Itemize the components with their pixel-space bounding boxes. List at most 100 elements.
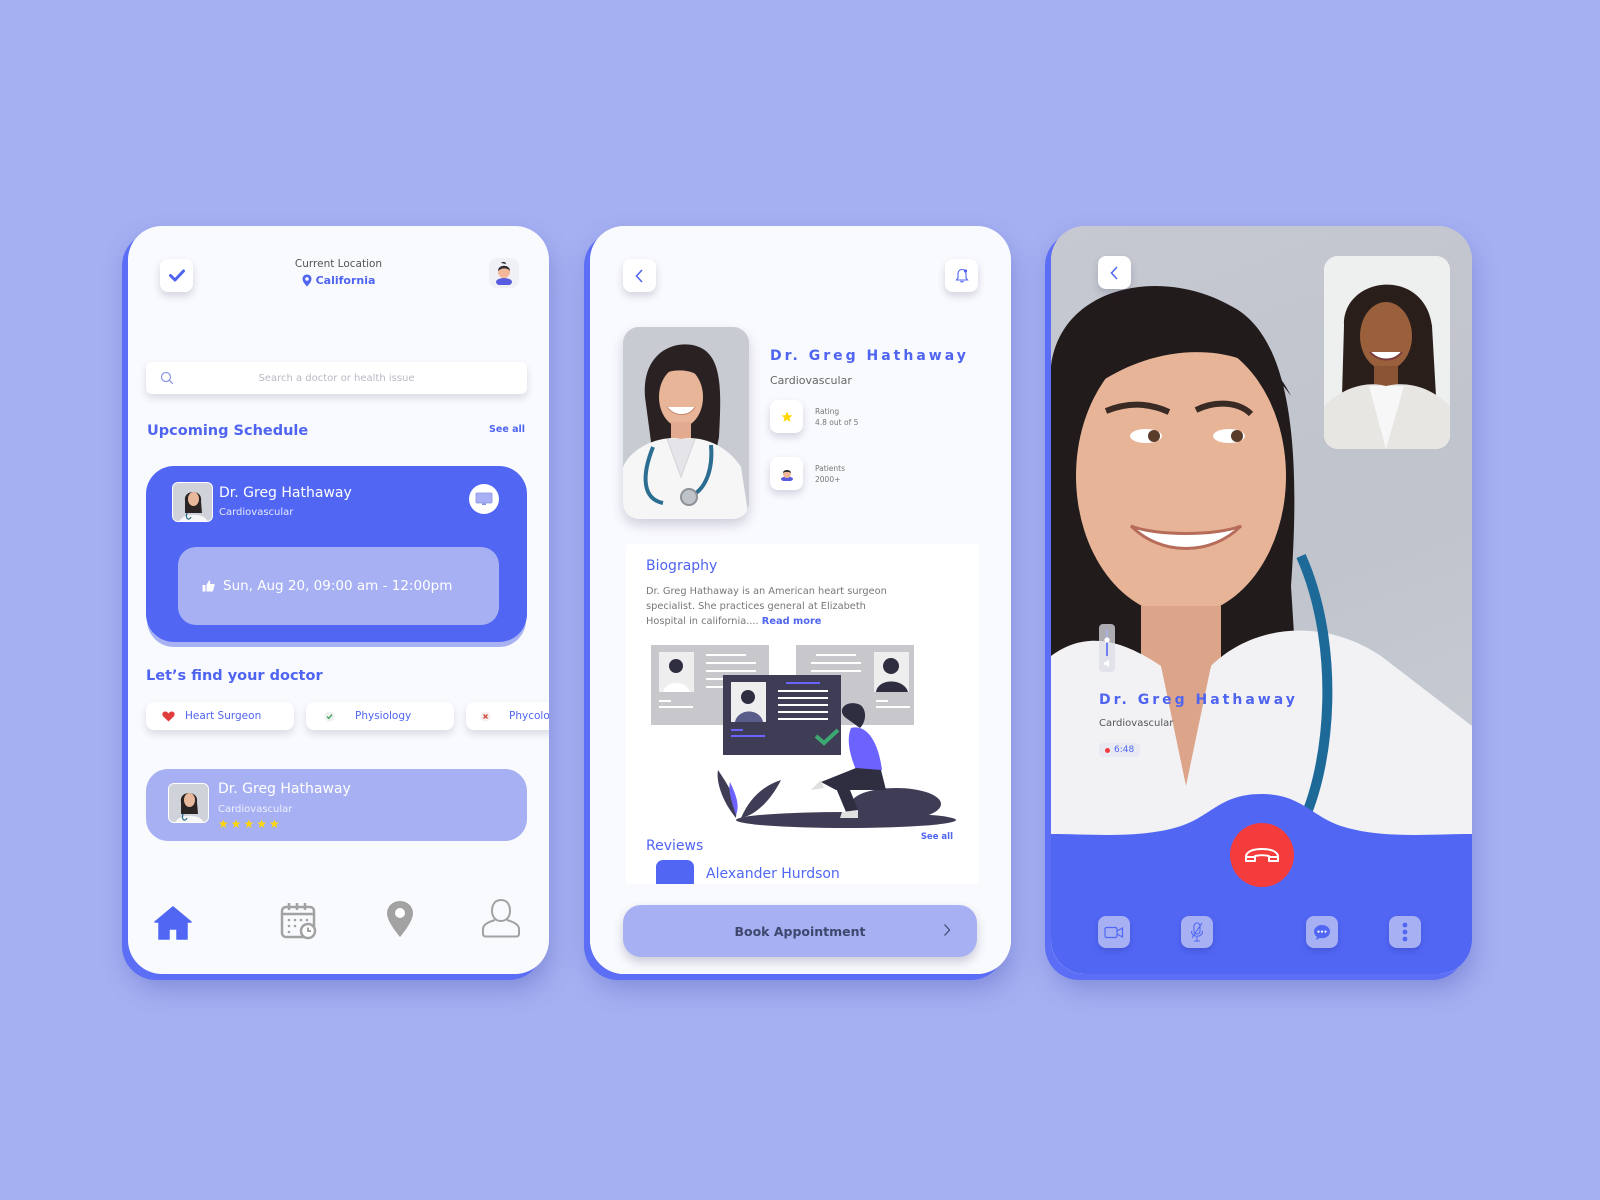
- more-vertical-icon: [1402, 922, 1408, 942]
- map-pin-icon: [302, 274, 312, 287]
- phone-hangup-icon: [1245, 848, 1279, 862]
- call-timer: 6:48: [1099, 743, 1141, 757]
- doctor-card-specialty: Cardiovascular: [218, 804, 293, 815]
- doctor-name: Dr. Greg Hathaway: [770, 348, 969, 364]
- doctor-card-name: Dr. Greg Hathaway: [218, 781, 351, 797]
- location-label: Current Location: [294, 258, 383, 270]
- speaker-icon: [1104, 659, 1109, 668]
- user-avatar[interactable]: [489, 258, 519, 288]
- chevron-left-icon: [1110, 265, 1118, 280]
- search-bar[interactable]: [146, 362, 527, 394]
- doctor-photo: [623, 327, 749, 519]
- user-icon: [482, 898, 520, 938]
- appointment-specialty: Cardiovascular: [219, 507, 294, 518]
- volume-slider-graphic: [1104, 630, 1110, 668]
- doctor-profile-screen: Dr. Greg Hathaway Cardiovascular Rating …: [590, 226, 1011, 974]
- category-chip-phycology[interactable]: Phycology: [466, 702, 549, 730]
- self-view-pip[interactable]: [1324, 256, 1450, 449]
- end-call-button[interactable]: [1230, 823, 1294, 887]
- monitor-icon: [475, 492, 493, 505]
- category-chip-physiology[interactable]: Physiology: [306, 702, 454, 730]
- patients-value: 2000+: [815, 474, 841, 484]
- chevron-left-icon: [635, 268, 643, 283]
- bell-icon: [954, 268, 969, 283]
- category-label: Phycology: [509, 710, 549, 722]
- patient-icon: [780, 469, 793, 481]
- rating-icon-box: [770, 400, 803, 433]
- map-pin-icon: [387, 901, 413, 937]
- appointment-doctor-name: Dr. Greg Hathaway: [219, 485, 352, 501]
- biography-card: Biography Dr. Greg Hathaway is an Americ…: [626, 544, 979, 884]
- x-badge-icon: [480, 711, 491, 721]
- read-more-link[interactable]: Read more: [762, 616, 822, 627]
- appointment-time: Sun, Aug 20, 09:00 am - 12:00pm: [223, 578, 453, 594]
- book-appointment-label: Book Appointment: [734, 923, 866, 939]
- nav-profile[interactable]: [482, 898, 520, 942]
- upcoming-see-all-link[interactable]: See all: [489, 424, 525, 435]
- recording-dot-icon: [1105, 747, 1110, 753]
- doctor-card[interactable]: Dr. Greg Hathaway Cardiovascular ★★★★★: [146, 769, 527, 841]
- appointment-time-box: Sun, Aug 20, 09:00 am - 12:00pm: [178, 547, 499, 625]
- biography-text: Dr. Greg Hathaway is an American heart s…: [646, 584, 906, 629]
- doctor-specialty: Cardiovascular: [770, 374, 852, 387]
- nav-location[interactable]: [386, 900, 414, 942]
- chat-button[interactable]: [1306, 916, 1338, 948]
- video-call-screen: Dr. Greg Hathaway Cardiovascular 6:48: [1051, 226, 1472, 974]
- mute-button[interactable]: [1181, 916, 1213, 948]
- find-doctor-title: Let’s find your doctor: [146, 668, 323, 684]
- self-view-image: [1324, 256, 1450, 449]
- location-value-row: California: [302, 274, 376, 287]
- back-button[interactable]: [1098, 256, 1131, 289]
- doctor-selection-illustration: [651, 645, 956, 828]
- doctor-portrait-icon: [173, 483, 212, 521]
- biography-title: Biography: [646, 558, 718, 574]
- chat-bubble-icon: [1314, 924, 1330, 940]
- video-consult-button[interactable]: [469, 484, 499, 514]
- volume-slider[interactable]: [1099, 624, 1115, 672]
- patients-stat: Patients 2000+: [770, 457, 845, 490]
- doctor-photo: [168, 783, 209, 823]
- current-location[interactable]: Current Location California: [128, 258, 549, 291]
- call-doctor-specialty: Cardiovascular: [1099, 718, 1174, 729]
- doctor-portrait-image: [623, 327, 749, 519]
- doctor-portrait-icon: [169, 784, 208, 822]
- user-avatar-icon: [496, 261, 512, 285]
- chevron-right-icon: [944, 924, 951, 936]
- category-label: Physiology: [355, 710, 412, 722]
- category-label: Heart Surgeon: [185, 710, 262, 722]
- heart-icon: [162, 711, 175, 721]
- book-appointment-button[interactable]: Book Appointment: [623, 905, 977, 957]
- back-button[interactable]: [623, 259, 656, 292]
- reviews-see-all-link[interactable]: See all: [921, 832, 953, 842]
- upcoming-schedule-title: Upcoming Schedule: [147, 423, 309, 439]
- nav-home[interactable]: [154, 906, 192, 944]
- category-chip-heart-surgeon[interactable]: Heart Surgeon: [146, 702, 294, 730]
- home-icon: [154, 906, 192, 940]
- call-duration: 6:48: [1114, 745, 1135, 755]
- video-camera-icon: [1104, 926, 1124, 938]
- appointment-card[interactable]: Dr. Greg Hathaway Cardiovascular Sun, Au…: [146, 466, 527, 642]
- rating-label: Rating: [815, 406, 840, 416]
- category-chips: Heart Surgeon Physiology Phycology: [146, 702, 549, 730]
- rating-stat: Rating 4.8 out of 5: [770, 400, 858, 433]
- home-screen: Current Location California Upcoming Sch…: [128, 226, 549, 974]
- reviews-title: Reviews: [646, 838, 704, 854]
- mic-off-icon: [1190, 922, 1204, 942]
- nav-schedule[interactable]: [280, 902, 318, 944]
- star-rating: ★★★★★: [218, 817, 282, 831]
- star-icon: [781, 411, 792, 422]
- video-toggle-button[interactable]: [1098, 916, 1130, 948]
- calendar-clock-icon: [280, 903, 317, 940]
- more-options-button[interactable]: [1389, 916, 1421, 948]
- search-input[interactable]: [146, 372, 527, 384]
- location-value: California: [315, 274, 376, 287]
- rating-value: 4.8 out of 5: [815, 417, 859, 427]
- check-badge-icon: [324, 711, 335, 721]
- thumbs-up-icon: [202, 580, 215, 592]
- doctor-photo: [172, 482, 213, 522]
- reviewer-avatar: [656, 860, 694, 884]
- reviewer-name: Alexander Hurdson: [706, 866, 840, 882]
- search-icon: [160, 371, 174, 385]
- notification-button[interactable]: [945, 259, 978, 292]
- patients-label: Patients: [815, 463, 846, 473]
